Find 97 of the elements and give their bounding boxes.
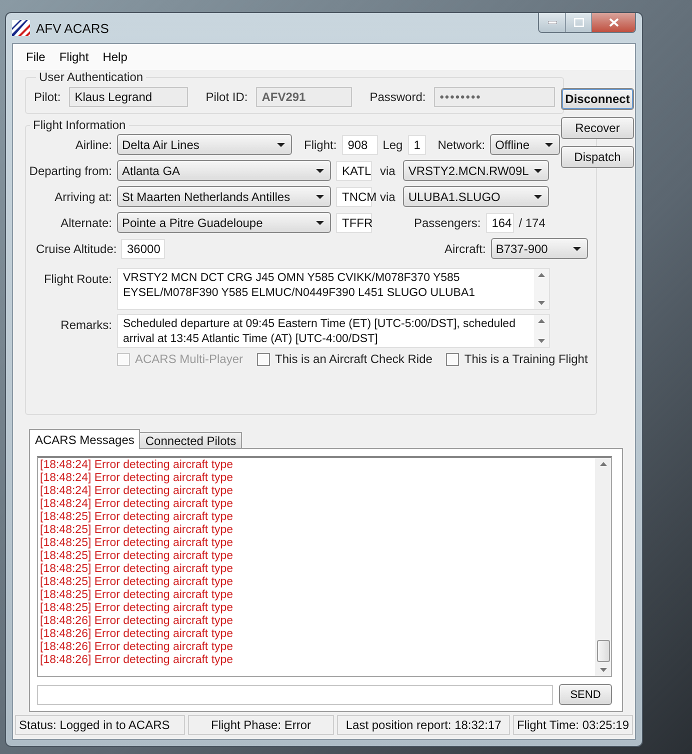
dropdown-caret-icon	[534, 194, 542, 198]
dropdown-caret-icon	[316, 168, 324, 172]
text-field[interactable]: 1	[408, 134, 426, 154]
log-message: [18:48:25] Error detecting aircraft type	[40, 576, 234, 589]
text-area[interactable]: Scheduled departure at 09:45 Eastern Time (ET) [UTC-5:00/DST], scheduled arrival at 13:45 Atlantic Time (AT) [UTC-4:00/DST]	[117, 314, 550, 348]
log-message: [18:48:24] Error detecting aircraft type	[40, 472, 234, 485]
log-message: [18:48:25] Error detecting aircraft type	[40, 563, 234, 576]
send-button[interactable]: SEND	[559, 684, 612, 705]
message-input[interactable]	[37, 684, 553, 704]
status-pane: Flight Phase: Error	[188, 715, 334, 735]
log-message: [18:48:25] Error detecting aircraft type	[40, 602, 234, 615]
dropdown[interactable]: Pointe a Pitre Guadeloupe	[117, 212, 331, 233]
close-button[interactable]	[591, 13, 635, 32]
group-title: Flight Information	[32, 118, 127, 132]
scroll-down-icon[interactable]	[538, 339, 545, 343]
field-label: via	[379, 164, 396, 178]
log-message: [18:48:26] Error detecting aircraft type	[40, 641, 234, 654]
tab[interactable]: Connected Pilots	[139, 432, 242, 449]
field-label: Flight:	[304, 138, 337, 152]
dropdown-caret-icon	[545, 142, 554, 146]
scroll-down-icon[interactable]	[600, 668, 606, 672]
dropdown[interactable]: B737-900	[490, 238, 588, 259]
field-label: Flight Route:	[42, 271, 112, 286]
checkbox-label: ACARS Multi-Player	[135, 352, 244, 366]
scroll-thumb[interactable]	[596, 640, 610, 662]
field-label: Pilot ID:	[206, 90, 248, 104]
status-pane: Last position report: 18:32:17	[337, 715, 510, 735]
maximize-icon	[574, 18, 584, 27]
text-field[interactable]: 36000	[121, 238, 165, 258]
maximize-button[interactable]	[565, 13, 591, 32]
text-field[interactable]: AFV291	[256, 87, 352, 107]
tab[interactable]: ACARS Messages	[29, 429, 140, 449]
dropdown-caret-icon	[316, 194, 324, 198]
action-button[interactable]: Disconnect	[561, 88, 634, 110]
checkbox-label: This is an Aircraft Check Ride	[275, 352, 432, 366]
field-label: / 174	[518, 216, 546, 230]
log-message: [18:48:24] Error detecting aircraft type	[40, 485, 234, 498]
scroll-up-icon[interactable]	[600, 462, 606, 466]
log-message: [18:48:24] Error detecting aircraft type	[40, 459, 234, 472]
dropdown[interactable]: VRSTY2.MCN.RW09L	[403, 160, 550, 181]
action-button[interactable]: Recover	[561, 117, 634, 139]
text-field[interactable]: 908	[342, 134, 378, 154]
text-field[interactable]: 164	[486, 212, 514, 232]
dropdown[interactable]: St Maarten Netherlands Antilles	[117, 186, 331, 207]
scroll-down-icon[interactable]	[538, 301, 545, 305]
log-message: [18:48:26] Error detecting aircraft type	[40, 628, 234, 641]
field-label: Alternate:	[60, 216, 112, 230]
status-pane: Flight Time: 03:25:19	[513, 715, 633, 735]
dropdown[interactable]: Atlanta GA	[117, 160, 331, 181]
checkbox[interactable]	[257, 352, 270, 366]
log-message: [18:48:26] Error detecting aircraft type	[40, 654, 234, 667]
field-label: Aircraft:	[444, 242, 486, 256]
log-message: [18:48:25] Error detecting aircraft type	[40, 589, 234, 602]
status-pane: Status: Logged in to ACARS	[15, 715, 185, 735]
dropdown[interactable]: ULUBA1.SLUGO	[403, 186, 550, 207]
log-message: [18:48:25] Error detecting aircraft type	[40, 524, 234, 537]
password-field[interactable]: ••••••••	[434, 87, 555, 107]
scroll-up-icon[interactable]	[538, 319, 545, 323]
field-label: Network:	[438, 138, 486, 152]
dropdown[interactable]: Offline	[490, 134, 560, 155]
field-label: Pilot:	[34, 90, 61, 104]
minimize-button[interactable]	[539, 13, 565, 32]
field-label: Departing from:	[28, 164, 112, 178]
field-label: Passengers:	[414, 216, 481, 230]
text-field[interactable]: KATL	[336, 160, 372, 180]
close-icon	[608, 18, 618, 27]
dropdown-caret-icon	[316, 220, 324, 224]
dropdown-caret-icon	[572, 246, 581, 250]
checkbox-label: This is a Training Flight	[464, 352, 588, 366]
text-area[interactable]: VRSTY2 MCN DCT CRG J45 OMN Y585 CVIKK/M078F370 Y585 EYSEL/M078F390 Y585 ELMUC/N0449F390 L451 SLUGO ULUBA1	[117, 268, 550, 310]
action-button[interactable]: Dispatch	[561, 146, 634, 168]
window-title: AFV ACARS	[36, 20, 110, 36]
dropdown-caret-icon	[534, 168, 542, 172]
text-field[interactable]: TFFR	[336, 212, 372, 232]
field-label: Arriving at:	[54, 190, 112, 204]
minimize-icon	[548, 21, 556, 24]
dropdown[interactable]: Delta Air Lines	[117, 134, 292, 155]
log-message: [18:48:24] Error detecting aircraft type	[40, 498, 234, 511]
text-field[interactable]: Klaus Legrand	[68, 87, 188, 107]
log-message: [18:48:25] Error detecting aircraft type	[40, 511, 234, 524]
field-label: Remarks:	[60, 317, 112, 332]
field-label: Airline:	[74, 138, 112, 152]
menu-item[interactable]: Help	[96, 48, 134, 66]
checkbox[interactable]	[446, 352, 460, 366]
log-message: [18:48:25] Error detecting aircraft type	[40, 537, 234, 550]
field-label: Leg	[382, 138, 403, 152]
menu-item[interactable]: Flight	[52, 48, 96, 66]
scroll-up-icon[interactable]	[538, 273, 545, 277]
log-message: [18:48:25] Error detecting aircraft type	[40, 550, 234, 563]
field-label: Password:	[370, 90, 426, 104]
field-label: via	[379, 190, 396, 204]
log-message: [18:48:26] Error detecting aircraft type	[40, 615, 234, 628]
menu-item[interactable]: File	[19, 48, 52, 66]
dropdown-caret-icon	[277, 142, 285, 146]
group-title: User Authentication	[38, 70, 144, 84]
app-logo-icon	[12, 20, 30, 36]
field-label: Cruise Altitude:	[35, 242, 116, 256]
